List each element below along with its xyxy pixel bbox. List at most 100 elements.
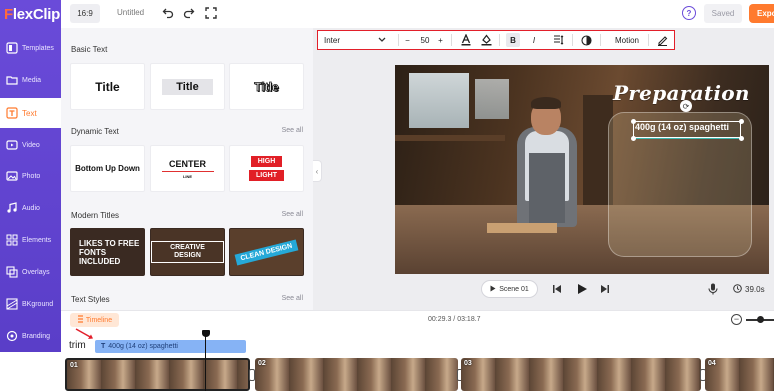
fullscreen-icon[interactable] bbox=[204, 6, 218, 20]
toolbar-divider bbox=[398, 34, 399, 46]
editor-app: FlexClip Templates Media Text Video Phot… bbox=[0, 0, 774, 391]
font-size-input[interactable]: 50 bbox=[416, 33, 434, 47]
edit-pen-icon[interactable] bbox=[656, 33, 668, 47]
sidebar-item-audio[interactable]: Audio bbox=[0, 193, 61, 223]
motion-button[interactable]: Motion bbox=[612, 33, 642, 47]
chef-hair bbox=[531, 97, 561, 109]
media-icon bbox=[6, 74, 18, 86]
undo-icon[interactable] bbox=[161, 6, 175, 20]
text-t-icon: T bbox=[101, 343, 106, 350]
timeline-icon bbox=[77, 315, 84, 325]
sidebar-item-photo[interactable]: Photo bbox=[0, 161, 61, 191]
italic-icon: I bbox=[532, 35, 536, 45]
font-family-select[interactable]: Inter bbox=[324, 33, 386, 47]
top-bar: 16:9 Untitled ? Saved Export bbox=[61, 0, 774, 28]
basic-title-outline-card[interactable]: Title bbox=[229, 63, 304, 110]
modern-title-card-2[interactable]: CREATIVE DESIGN bbox=[150, 228, 225, 276]
sidebar-item-elements[interactable]: Elements bbox=[0, 225, 61, 255]
highlight-preview: HIGH LIGHT bbox=[249, 156, 284, 181]
sidebar-item-video[interactable]: Video bbox=[0, 130, 61, 160]
modern-title-card-1[interactable]: LIKES TO FREE FONTS INCLUDED bbox=[70, 228, 145, 276]
video-canvas[interactable]: Preparation ⟳ 400g (14 oz) spaghetti bbox=[395, 65, 769, 274]
italic-button[interactable]: I bbox=[528, 33, 540, 47]
sidebar-item-branding[interactable]: Branding bbox=[0, 321, 61, 351]
toolbar-divider bbox=[451, 34, 452, 46]
export-button[interactable]: Export bbox=[749, 4, 774, 23]
bottom-up-down-card[interactable]: Bottom Up Down bbox=[70, 145, 145, 192]
aspect-ratio-button[interactable]: 16:9 bbox=[70, 4, 100, 23]
toolbar-divider bbox=[600, 34, 601, 46]
sidebar: FlexClip Templates Media Text Video Phot… bbox=[0, 0, 61, 352]
sidebar-item-bkground[interactable]: BKground bbox=[0, 289, 61, 319]
section-title-basic-text: Basic Text bbox=[71, 45, 108, 54]
modern-title-card-3[interactable]: CLEAN DESIGN bbox=[229, 228, 304, 276]
basic-title-card[interactable]: Title bbox=[70, 63, 145, 110]
flexclip-logo[interactable]: FlexClip bbox=[4, 6, 60, 23]
text-icon bbox=[6, 107, 18, 119]
modern-see-all-link[interactable]: See all bbox=[282, 211, 303, 218]
redo-icon[interactable] bbox=[182, 6, 196, 20]
scene-clip-2[interactable]: 02 bbox=[255, 358, 458, 391]
saved-button[interactable]: Saved bbox=[704, 4, 742, 23]
scene-clip-1[interactable]: 01 bbox=[65, 358, 250, 391]
sidebar-item-text[interactable]: Text bbox=[0, 98, 61, 128]
styles-see-all-link[interactable]: See all bbox=[282, 295, 303, 302]
branding-icon bbox=[6, 330, 18, 342]
bold-button[interactable]: B bbox=[506, 33, 520, 47]
playhead-line[interactable] bbox=[205, 330, 206, 391]
basic-title-box-card[interactable]: Title bbox=[150, 63, 225, 110]
background-icon bbox=[6, 298, 18, 310]
resize-handle[interactable] bbox=[739, 119, 744, 124]
sidebar-item-templates[interactable]: Templates bbox=[0, 33, 61, 63]
text-color-icon[interactable] bbox=[460, 33, 472, 47]
overlays-icon bbox=[6, 266, 18, 278]
play-icon bbox=[490, 285, 496, 294]
selected-text-layer[interactable]: 400g (14 oz) spaghetti bbox=[635, 122, 729, 132]
playhead-handle[interactable] bbox=[202, 330, 210, 337]
zoom-slider-handle[interactable] bbox=[757, 316, 764, 323]
kitchen-shelf bbox=[395, 135, 505, 141]
kitchen-window bbox=[409, 73, 469, 128]
project-title[interactable]: Untitled bbox=[117, 8, 144, 17]
text-spacing-icon[interactable] bbox=[552, 33, 564, 47]
previous-scene-icon[interactable] bbox=[550, 282, 564, 296]
play-icon[interactable] bbox=[575, 282, 589, 296]
help-icon[interactable]: ? bbox=[682, 6, 696, 20]
dynamic-see-all-link[interactable]: See all bbox=[282, 127, 303, 134]
collapse-panel-button[interactable]: ‹ bbox=[313, 160, 322, 182]
font-size-increase-button[interactable]: + bbox=[436, 33, 445, 47]
text-track-clip[interactable]: T 400g (14 oz) spaghetti bbox=[95, 340, 246, 353]
sidebar-item-media[interactable]: Media bbox=[0, 65, 61, 95]
timeline-toggle-button[interactable]: Timeline bbox=[70, 313, 119, 327]
scene-clip-4[interactable]: 04 bbox=[705, 358, 774, 391]
opacity-icon[interactable] bbox=[580, 33, 592, 47]
center-line-divider bbox=[161, 170, 214, 172]
scene-clip-3[interactable]: 03 bbox=[461, 358, 701, 391]
resize-handle[interactable] bbox=[631, 136, 636, 141]
cutting-board bbox=[487, 223, 557, 233]
elements-icon bbox=[6, 234, 18, 246]
resize-handle[interactable] bbox=[739, 136, 744, 141]
center-line-preview: CENTER LINE bbox=[161, 159, 214, 179]
scene-play-button[interactable]: Scene 01 bbox=[481, 280, 538, 298]
sidebar-item-overlays[interactable]: Overlays bbox=[0, 257, 61, 287]
next-scene-icon[interactable] bbox=[598, 282, 612, 296]
microphone-icon[interactable] bbox=[706, 282, 720, 296]
font-size-decrease-button[interactable]: − bbox=[403, 33, 412, 47]
chef-apron bbox=[529, 153, 565, 223]
track-label: trim bbox=[69, 340, 86, 351]
toolbar-divider bbox=[648, 34, 649, 46]
highlight-card[interactable]: HIGH LIGHT bbox=[229, 145, 304, 192]
highlight-color-icon[interactable] bbox=[480, 33, 492, 47]
annotation-arrow bbox=[75, 328, 93, 339]
toolbar-divider bbox=[572, 34, 573, 46]
scene-duration[interactable]: 39.0s bbox=[733, 284, 765, 295]
section-title-dynamic-text: Dynamic Text bbox=[71, 127, 119, 136]
section-title-text-styles: Text Styles bbox=[71, 295, 110, 304]
zoom-out-icon[interactable]: − bbox=[731, 314, 742, 325]
center-line-card[interactable]: CENTER LINE bbox=[150, 145, 225, 192]
kitchen-window bbox=[475, 79, 509, 119]
audio-icon bbox=[6, 202, 18, 214]
chevron-left-icon: ‹ bbox=[315, 166, 319, 176]
rotate-handle-icon[interactable]: ⟳ bbox=[680, 100, 692, 112]
